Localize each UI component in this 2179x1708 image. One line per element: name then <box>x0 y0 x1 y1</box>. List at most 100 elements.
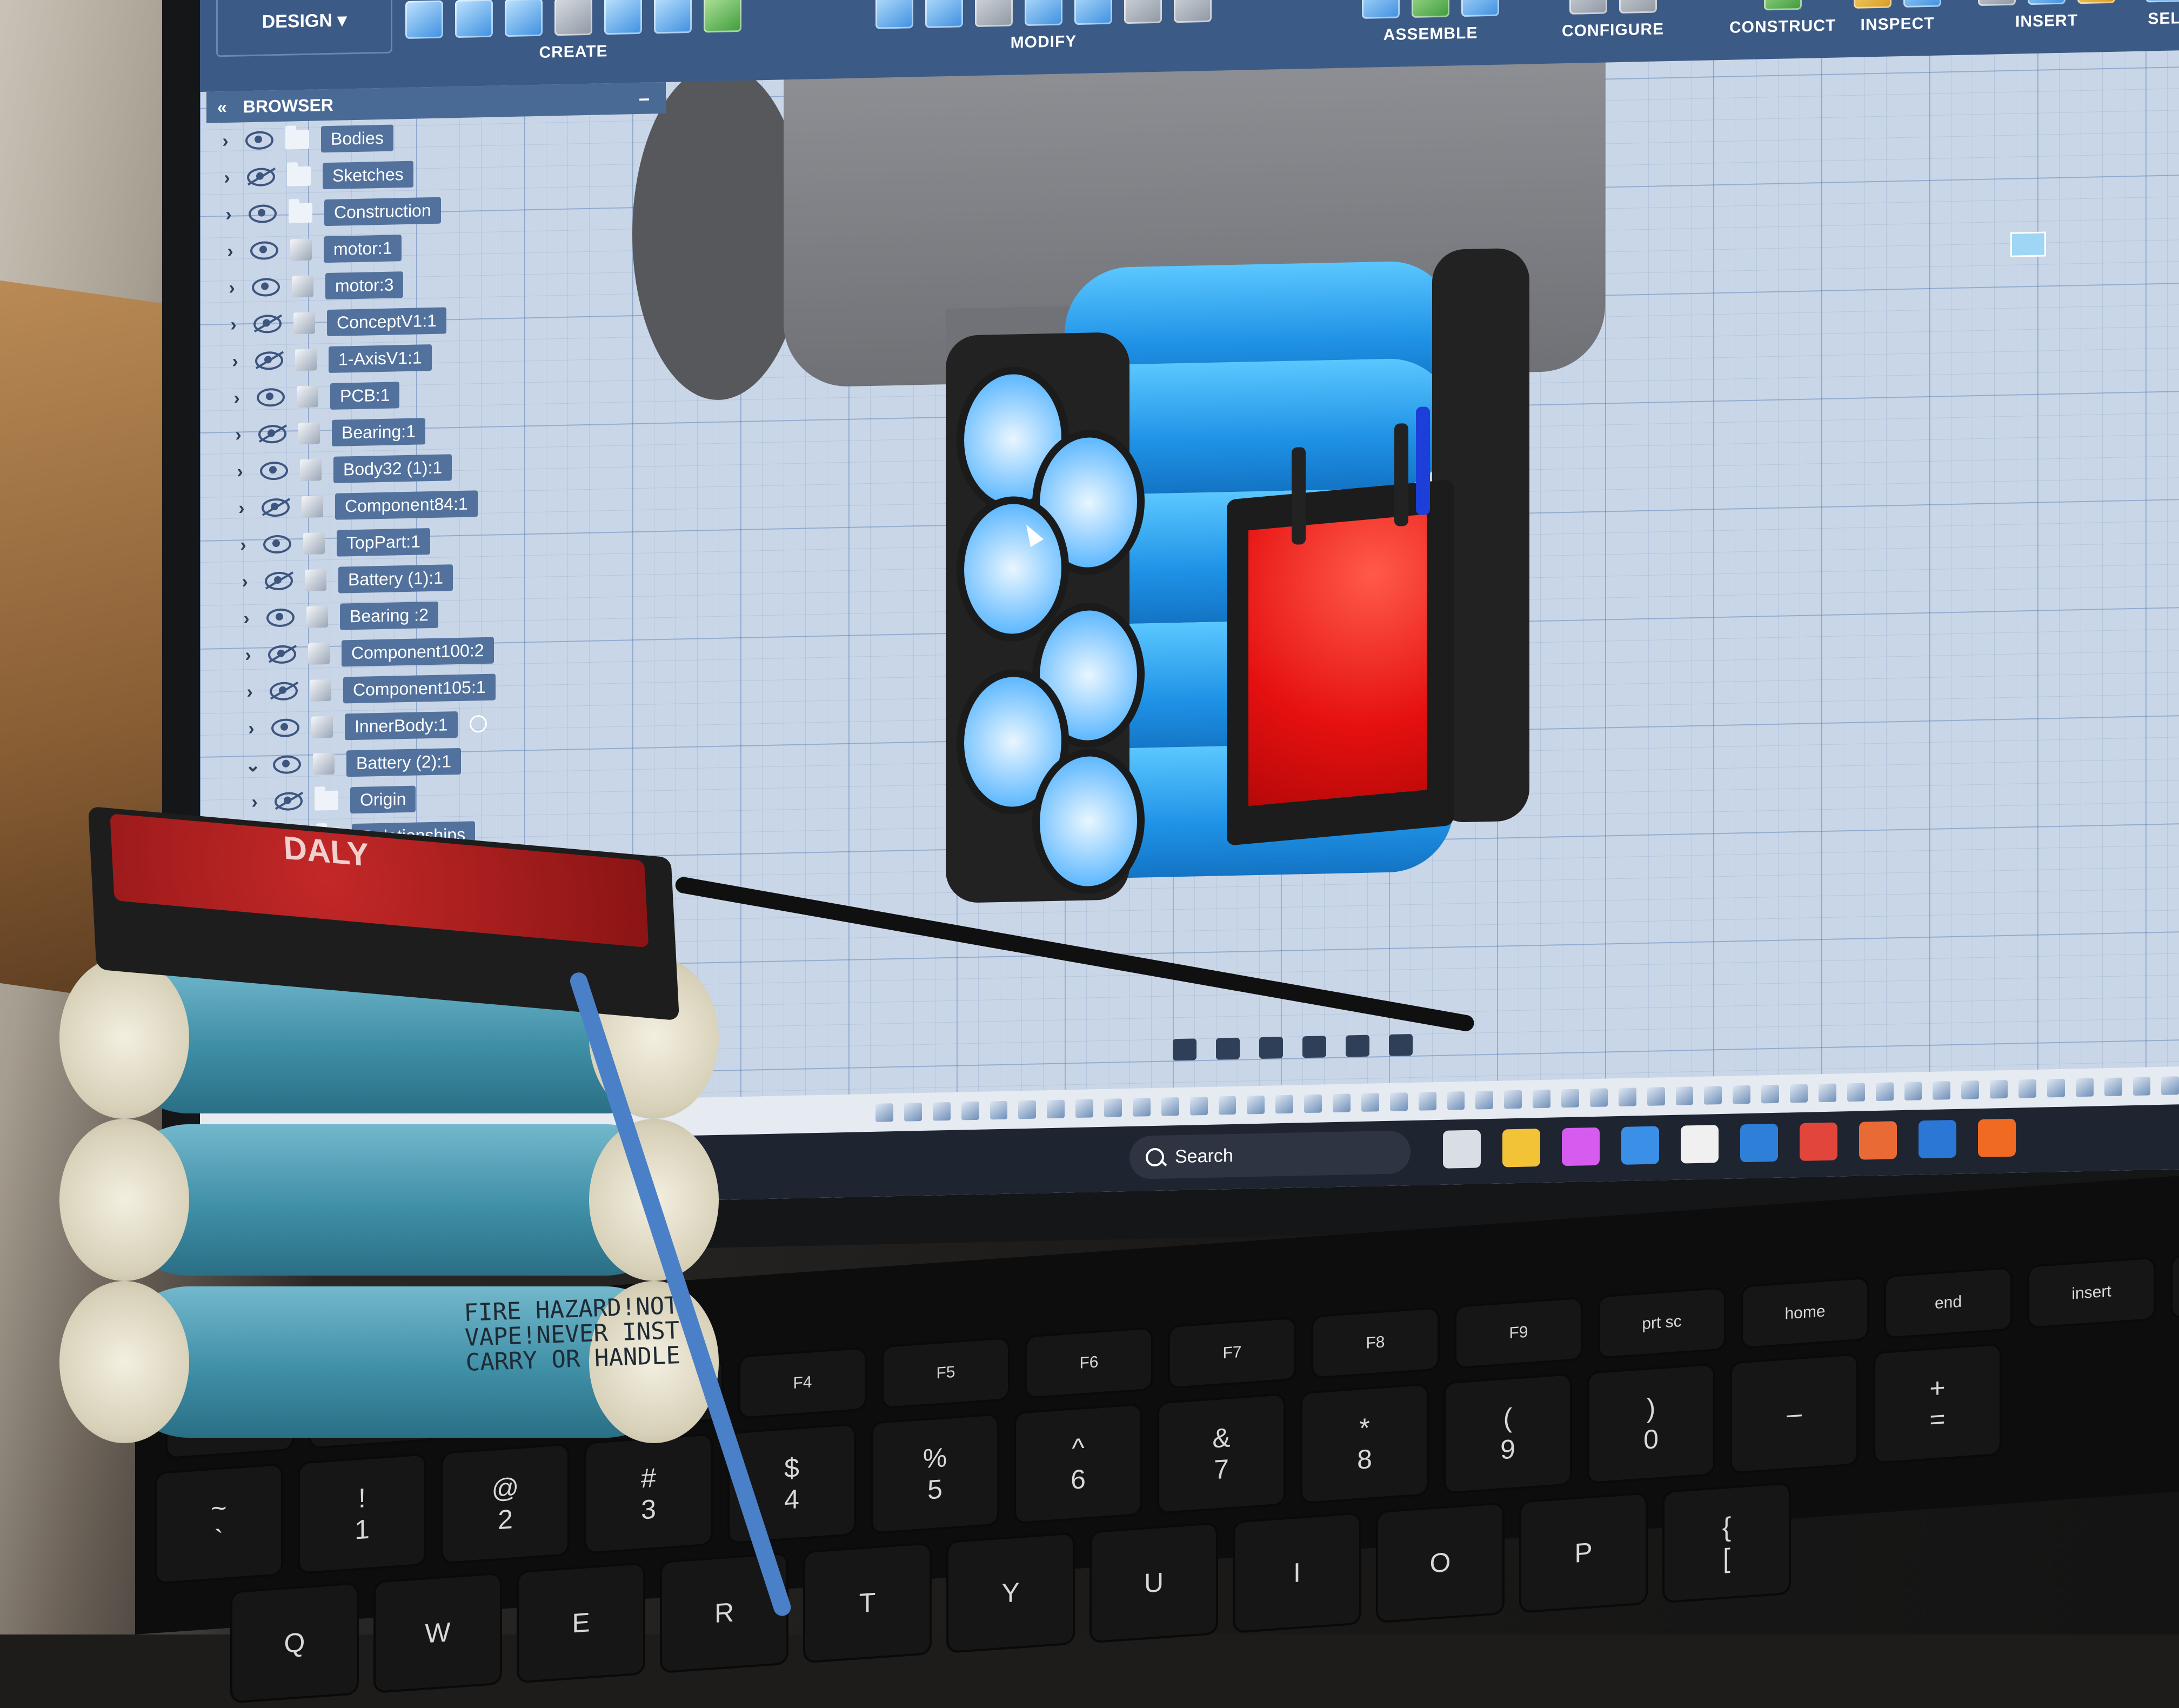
eye-hidden-icon[interactable] <box>265 571 293 591</box>
look-at-icon[interactable] <box>1216 1037 1240 1060</box>
shape-icon[interactable] <box>704 0 741 33</box>
timeline-feature-icon[interactable] <box>2161 1076 2179 1095</box>
eye-icon[interactable] <box>252 277 280 297</box>
eye-icon[interactable] <box>250 241 278 261</box>
timeline-feature-icon[interactable] <box>1704 1086 1722 1105</box>
expand-chevron-icon[interactable]: › <box>227 351 243 372</box>
timeline-feature-icon[interactable] <box>1132 1098 1151 1117</box>
timeline-feature-icon[interactable] <box>904 1103 922 1122</box>
keyboard-key[interactable]: Q <box>232 1584 357 1702</box>
eye-hidden-icon[interactable] <box>275 792 303 811</box>
timeline-feature-icon[interactable] <box>1761 1084 1779 1104</box>
timeline-feature-icon[interactable] <box>1218 1096 1236 1115</box>
expand-chevron-icon[interactable]: › <box>220 204 237 225</box>
keyboard-key[interactable]: % 5 <box>873 1415 997 1532</box>
timeline-feature-icon[interactable] <box>2133 1077 2151 1096</box>
timeline-feature-icon[interactable] <box>1875 1082 1894 1102</box>
expand-chevron-icon[interactable]: › <box>240 644 256 666</box>
insert-canvas-icon[interactable] <box>2028 0 2066 5</box>
assemble-menu-label[interactable]: ASSEMBLE <box>1383 24 1478 44</box>
expand-chevron-icon[interactable]: › <box>229 388 245 409</box>
vscode-icon[interactable] <box>1621 1126 1659 1165</box>
zoom-icon[interactable] <box>1302 1036 1326 1058</box>
create-menu-label[interactable]: CREATE <box>539 42 607 62</box>
keyboard-key[interactable]: insert <box>2029 1258 2154 1327</box>
timeline-feature-icon[interactable] <box>1189 1096 1208 1116</box>
taskbar-search[interactable]: Search <box>1129 1130 1411 1179</box>
timeline-feature-icon[interactable] <box>1104 1098 1122 1117</box>
timeline-feature-icon[interactable] <box>1475 1090 1494 1110</box>
configure-group[interactable]: CONFIGURE <box>1562 0 1664 41</box>
timeline-feature-icon[interactable] <box>1847 1083 1865 1102</box>
chrome-icon[interactable] <box>1800 1122 1837 1161</box>
timeline-feature-icon[interactable] <box>1018 1100 1037 1119</box>
chrome-profile-icon[interactable] <box>1859 1121 1897 1160</box>
keyboard-key[interactable]: ! 1 <box>300 1455 424 1572</box>
keyboard-key[interactable]: E <box>519 1564 643 1682</box>
timeline-feature-icon[interactable] <box>1818 1083 1836 1103</box>
eye-icon[interactable] <box>249 204 277 224</box>
timeline-feature-icon[interactable] <box>1733 1085 1751 1104</box>
timeline-feature-icon[interactable] <box>1618 1087 1636 1107</box>
keyboard-key[interactable]: ~ ` <box>157 1465 281 1583</box>
expand-chevron-icon[interactable]: › <box>217 130 233 152</box>
eye-hidden-icon[interactable] <box>262 498 290 517</box>
expand-chevron-icon[interactable]: › <box>225 314 242 336</box>
timeline-feature-icon[interactable] <box>2047 1078 2065 1098</box>
extrude-icon[interactable] <box>455 0 493 38</box>
keyboard-key[interactable]: F4 <box>740 1349 865 1417</box>
expand-chevron-icon[interactable]: › <box>243 718 259 739</box>
timeline-feature-icon[interactable] <box>932 1102 951 1121</box>
timeline-feature-icon[interactable] <box>1675 1086 1694 1105</box>
timeline-feature-icon[interactable] <box>1933 1081 1951 1100</box>
expand-chevron-icon[interactable]: › <box>238 608 255 629</box>
align-icon[interactable] <box>1174 0 1212 23</box>
timeline-feature-icon[interactable] <box>990 1100 1008 1120</box>
configure-menu-label[interactable]: CONFIGURE <box>1562 20 1664 41</box>
timeline-feature-icon[interactable] <box>1533 1089 1550 1109</box>
move-icon[interactable] <box>1124 0 1162 24</box>
construct-menu-label[interactable]: CONSTRUCT <box>1729 17 1836 37</box>
press-pull-icon[interactable] <box>875 0 913 29</box>
eye-icon[interactable] <box>263 535 291 554</box>
inspect-group[interactable]: INSPECT <box>1854 0 1941 35</box>
timeline-feature-icon[interactable] <box>1961 1080 1980 1099</box>
file-explorer-icon[interactable] <box>1502 1129 1540 1167</box>
keyboard-key[interactable]: * 8 <box>1302 1385 1427 1502</box>
pan-icon[interactable] <box>1259 1037 1283 1059</box>
keyboard-key[interactable]: F8 <box>1313 1309 1438 1377</box>
timeline-feature-icon[interactable] <box>1904 1082 1922 1100</box>
expand-chevron-icon[interactable]: › <box>224 277 240 299</box>
keyboard-key[interactable]: – <box>1732 1355 1856 1472</box>
timeline-feature-icon[interactable] <box>1389 1092 1408 1111</box>
new-sketch-icon[interactable] <box>405 0 443 39</box>
keyboard-key[interactable]: U <box>1092 1524 1216 1642</box>
pattern-icon[interactable] <box>604 0 642 35</box>
combine-icon[interactable] <box>1025 0 1062 26</box>
shell-icon[interactable] <box>975 0 1013 27</box>
insert-mesh-icon[interactable] <box>2077 0 2115 4</box>
timeline-feature-icon[interactable] <box>1333 1093 1351 1113</box>
form-icon[interactable] <box>654 0 692 34</box>
timeline-feature-icon[interactable] <box>1275 1095 1294 1114</box>
expand-chevron-icon[interactable]: › <box>219 167 235 189</box>
timeline-feature-icon[interactable] <box>1161 1097 1179 1116</box>
timeline-feature-icon[interactable] <box>1047 1099 1065 1119</box>
timeline-feature-icon[interactable] <box>2018 1079 2036 1098</box>
timeline-feature-icon[interactable] <box>1561 1089 1579 1108</box>
viewcube-marker[interactable] <box>2010 231 2046 257</box>
eye-icon[interactable] <box>257 388 285 407</box>
keyboard-key[interactable]: F9 <box>1456 1298 1581 1367</box>
fusion-icon[interactable] <box>1978 1118 2016 1158</box>
configure-icon[interactable] <box>1569 0 1607 15</box>
keyboard-key[interactable]: ( 9 <box>1446 1375 1570 1492</box>
keyboard-key[interactable]: P <box>1521 1494 1646 1611</box>
insert-menu-label[interactable]: INSERT <box>2015 11 2078 31</box>
construct-group[interactable]: CONSTRUCT <box>1729 0 1836 37</box>
timeline-feature-icon[interactable] <box>1075 1099 1093 1118</box>
expand-chevron-icon[interactable]: › <box>232 461 248 483</box>
timeline-feature-icon[interactable] <box>1361 1093 1379 1112</box>
replace-face-icon[interactable] <box>1074 0 1112 25</box>
copilot-icon[interactable] <box>1562 1127 1600 1166</box>
keyboard-key[interactable]: F6 <box>1027 1329 1151 1397</box>
